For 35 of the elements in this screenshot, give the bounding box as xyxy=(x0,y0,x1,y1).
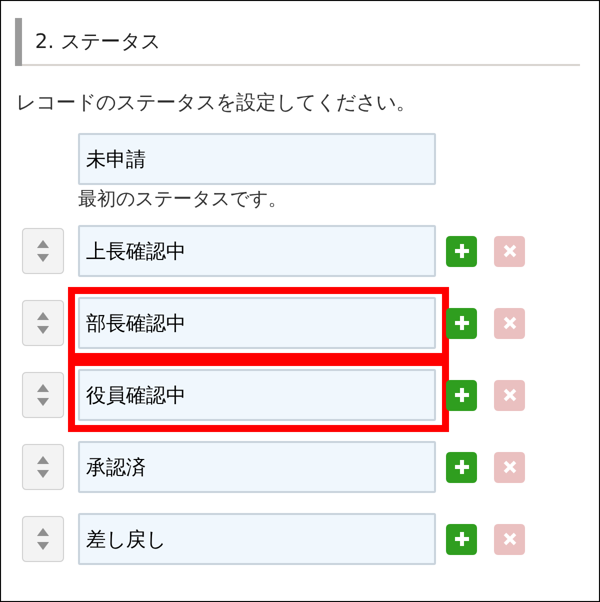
drag-handle[interactable] xyxy=(22,372,64,418)
close-icon xyxy=(502,244,516,258)
add-button[interactable] xyxy=(446,308,477,338)
drag-handle[interactable] xyxy=(22,516,64,562)
initial-status-note: 最初のステータスです。 xyxy=(78,187,288,211)
heading-accent-bar xyxy=(15,18,22,66)
drag-handle[interactable] xyxy=(22,300,64,346)
section-description: レコードのステータスを設定してください。 xyxy=(16,89,417,116)
status-field[interactable]: 上長確認中 xyxy=(78,225,436,277)
plus-icon xyxy=(454,315,470,331)
close-icon xyxy=(502,316,516,330)
status-field[interactable]: 部長確認中 xyxy=(78,297,436,349)
status-field[interactable]: 役員確認中 xyxy=(78,369,436,421)
add-button[interactable] xyxy=(446,236,477,266)
sort-arrows-icon xyxy=(36,240,50,262)
sort-arrows-icon xyxy=(36,456,50,478)
add-button[interactable] xyxy=(446,524,477,554)
sort-arrows-icon xyxy=(36,528,50,550)
drag-handle[interactable] xyxy=(22,228,64,274)
plus-icon xyxy=(454,243,470,259)
close-icon xyxy=(502,460,516,474)
drag-handle[interactable] xyxy=(22,444,64,490)
plus-icon xyxy=(454,531,470,547)
status-field[interactable]: 差し戻し xyxy=(78,513,436,565)
close-icon xyxy=(502,532,516,546)
sort-arrows-icon xyxy=(36,312,50,334)
plus-icon xyxy=(454,459,470,475)
status-field[interactable]: 未申請 xyxy=(78,133,436,185)
status-field[interactable]: 承認済 xyxy=(78,441,436,493)
close-icon xyxy=(502,388,516,402)
section-title: 2. ステータス xyxy=(35,28,160,55)
add-button[interactable] xyxy=(446,452,477,482)
add-button[interactable] xyxy=(446,380,477,410)
plus-icon xyxy=(454,387,470,403)
sort-arrows-icon xyxy=(36,384,50,406)
